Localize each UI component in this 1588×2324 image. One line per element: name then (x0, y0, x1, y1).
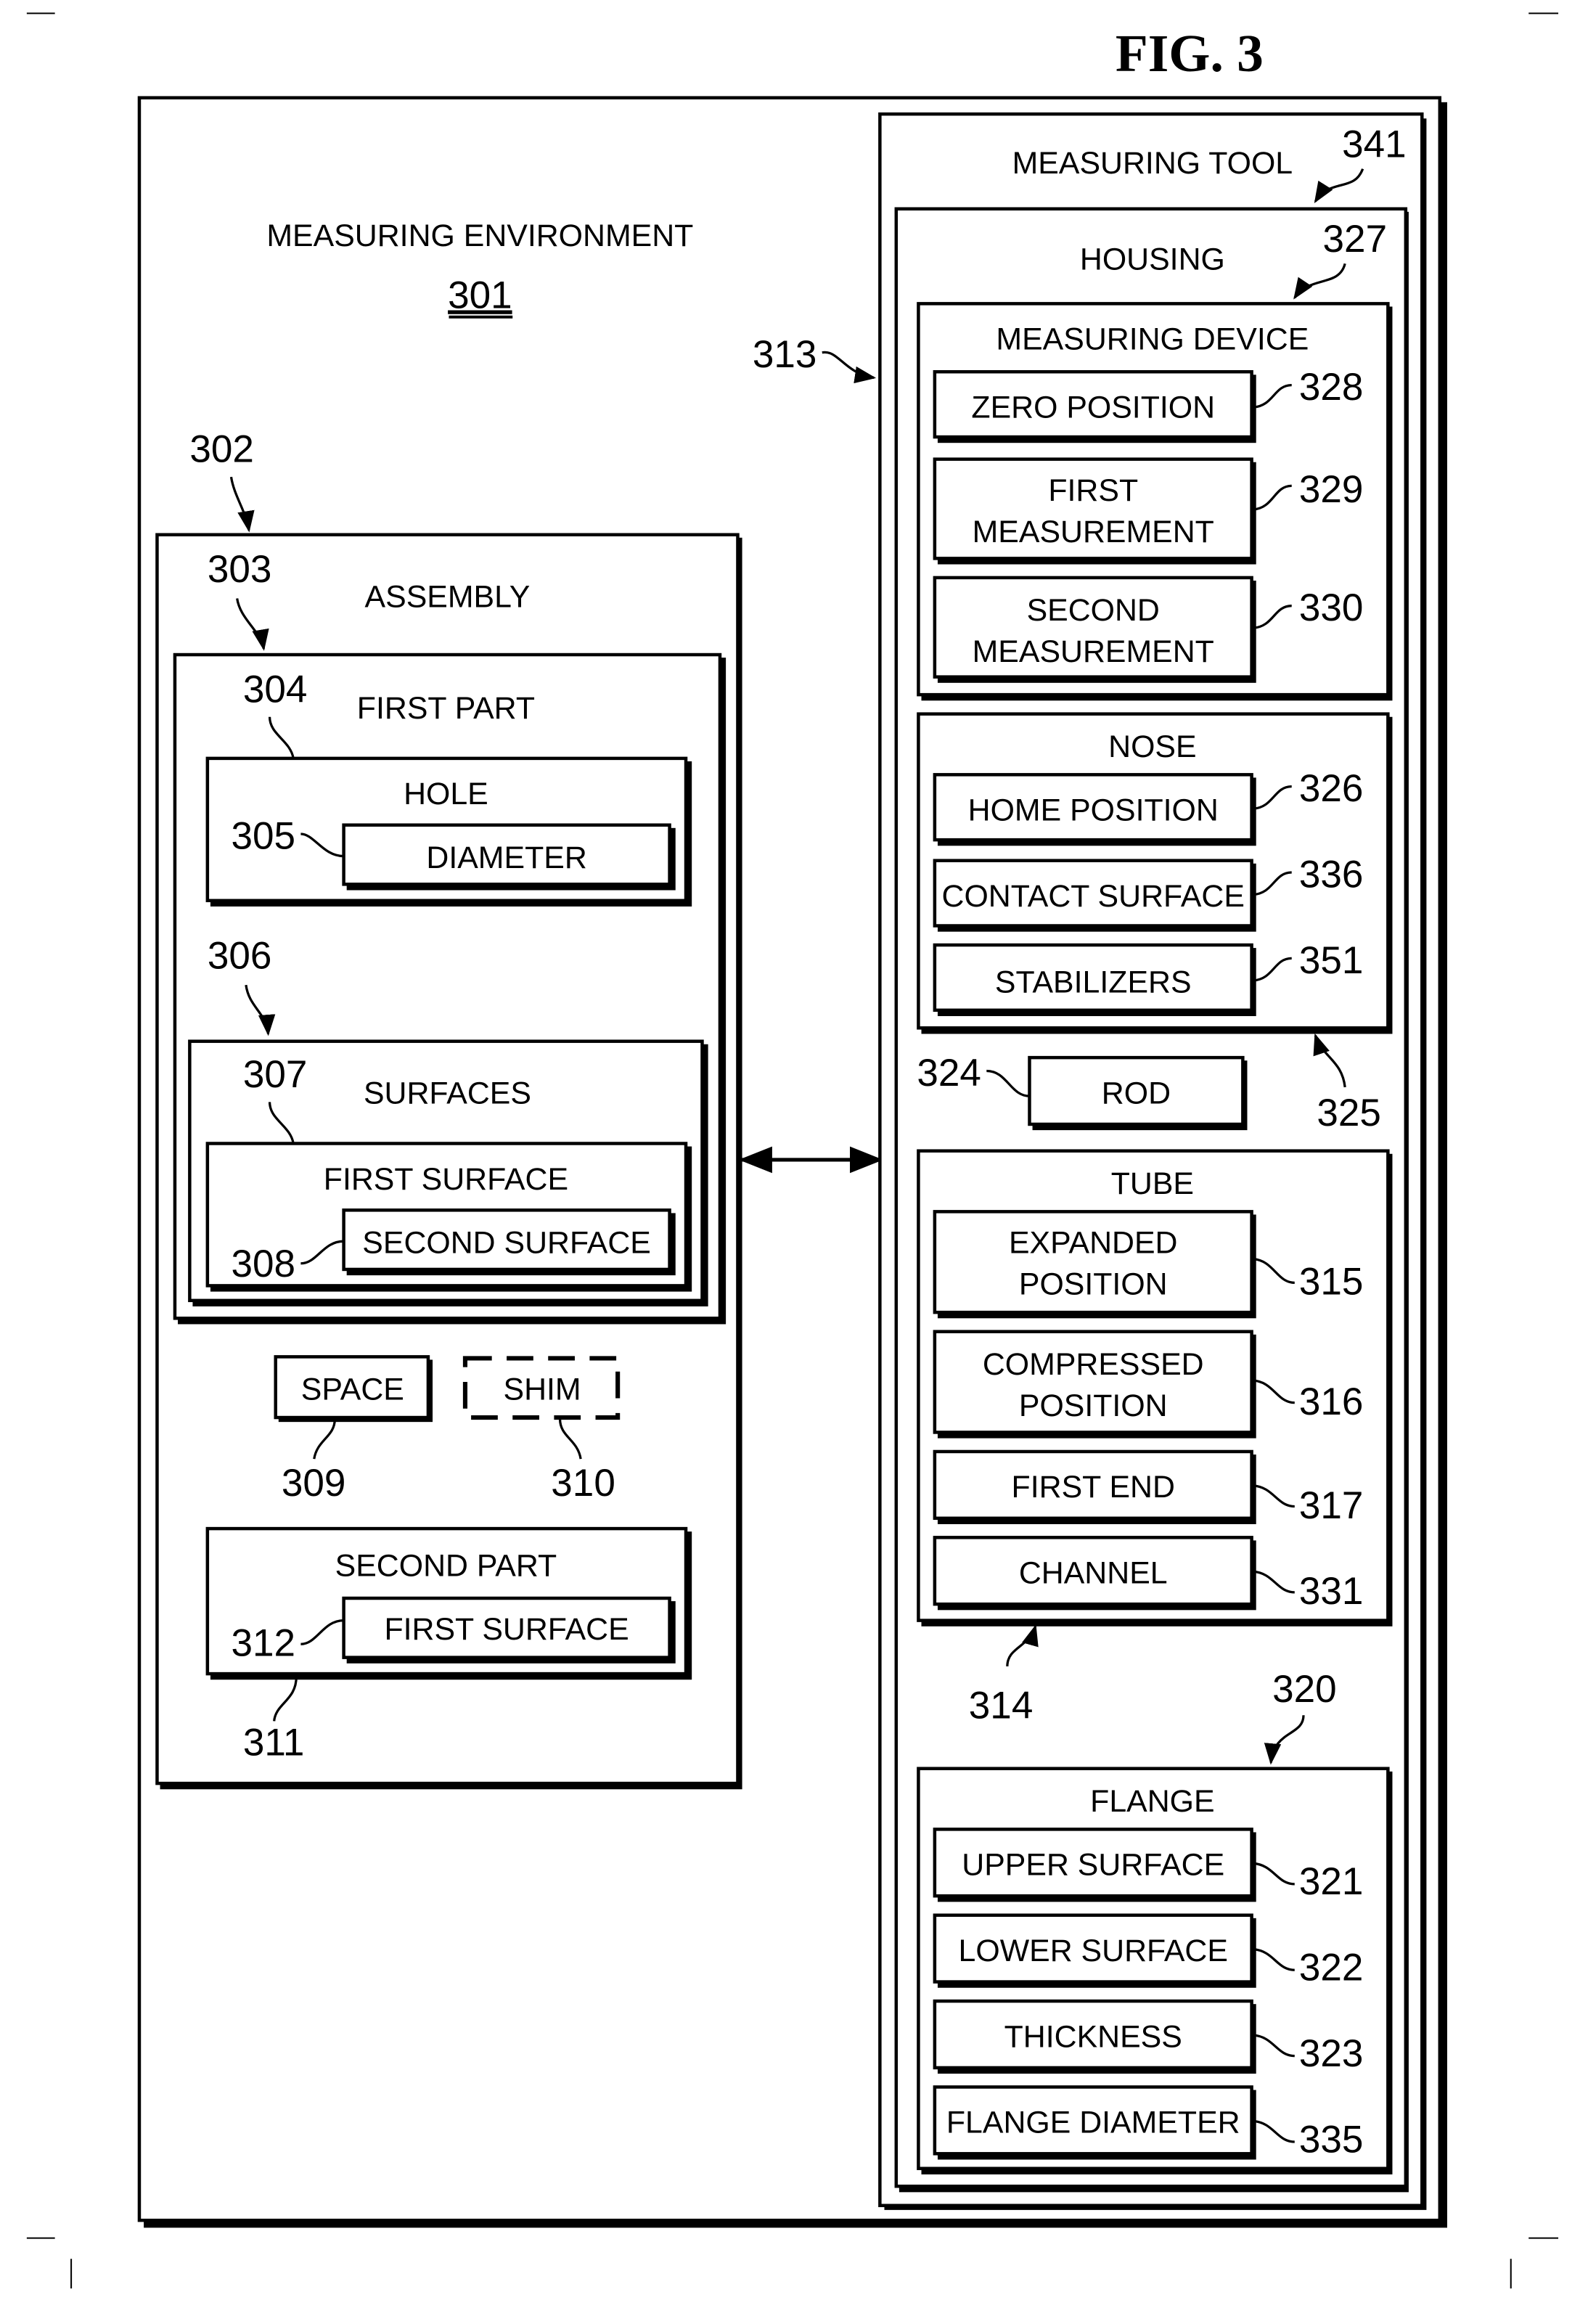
channel-label: CHANNEL (1019, 1556, 1168, 1591)
environment-label: MEASURING ENVIRONMENT (266, 218, 693, 253)
upper-surface-label: UPPER SURFACE (962, 1848, 1224, 1883)
rod-ref: 324 (917, 1052, 981, 1095)
measuring-tool-label: MEASURING TOOL (1012, 146, 1293, 181)
expanded-position-label-line2: POSITION (1019, 1267, 1168, 1302)
tube-label: TUBE (1111, 1166, 1194, 1201)
first-measurement-ref: 329 (1299, 468, 1364, 511)
measuring-device-label: MEASURING DEVICE (996, 322, 1309, 357)
thickness-label: THICKNESS (1004, 2019, 1182, 2054)
second-part-ref: 311 (243, 1721, 305, 1764)
first-surface-label: FIRST SURFACE (324, 1162, 568, 1197)
first-measurement-label-line2: MEASUREMENT (973, 515, 1214, 549)
housing-ref: 327 (1323, 218, 1388, 261)
second-measurement-label-line1: SECOND (1027, 593, 1160, 628)
zero-position-label: ZERO POSITION (971, 390, 1215, 425)
stabilizers-ref: 351 (1299, 939, 1364, 982)
housing-label: HOUSING (1080, 242, 1225, 277)
zero-position-ref: 328 (1299, 366, 1364, 409)
second-part-first-surface-ref: 312 (231, 1622, 295, 1665)
flange-ref: 320 (1272, 1668, 1337, 1711)
second-surface-ref: 308 (231, 1243, 295, 1285)
stabilizers-label: STABILIZERS (995, 965, 1192, 999)
environment-ref: 301 (448, 274, 512, 316)
surfaces-ref-306: 306 (208, 935, 272, 978)
tube-ref: 314 (969, 1684, 1034, 1727)
assembly-label: ASSEMBLY (365, 580, 531, 615)
home-position-ref: 326 (1299, 767, 1364, 810)
flange-label: FLANGE (1090, 1784, 1214, 1819)
first-part-ref: 304 (243, 668, 308, 711)
measuring-tool-ref-313: 313 (753, 333, 817, 376)
second-part-first-surface-label: FIRST SURFACE (384, 1612, 629, 1647)
measuring-tool-ref: 341 (1342, 123, 1407, 165)
first-part-label: FIRST PART (357, 691, 535, 726)
compressed-position-ref: 316 (1299, 1380, 1364, 1423)
second-measurement-ref: 330 (1299, 586, 1364, 629)
first-measurement-label-line1: FIRST (1048, 473, 1138, 508)
channel-ref: 331 (1299, 1570, 1364, 1613)
patent-figure: FIG. 3 MEASURING ENVIRONMENT 301 302 ASS… (26, 12, 1559, 2289)
lower-surface-label: LOWER SURFACE (959, 1934, 1228, 1968)
surfaces-ref-307: 307 (243, 1053, 308, 1096)
flange-diameter-ref: 335 (1299, 2118, 1364, 2161)
space-label: SPACE (301, 1372, 404, 1407)
second-surface-label: SECOND SURFACE (362, 1226, 651, 1261)
compressed-position-label-line2: POSITION (1019, 1388, 1168, 1423)
expanded-position-label-line1: EXPANDED (1009, 1226, 1178, 1261)
nose-label: NOSE (1108, 729, 1196, 764)
home-position-label: HOME POSITION (968, 793, 1219, 828)
shim-ref: 310 (551, 1462, 615, 1505)
rod-label: ROD (1102, 1076, 1171, 1110)
expanded-position-ref: 315 (1299, 1261, 1364, 1304)
upper-surface-ref: 321 (1299, 1860, 1364, 1903)
first-end-label: FIRST END (1012, 1470, 1175, 1505)
figure-title: FIG. 3 (1116, 24, 1264, 83)
surfaces-label: SURFACES (364, 1076, 531, 1110)
assembly-ref-302: 302 (189, 428, 254, 471)
second-measurement-label-line2: MEASUREMENT (973, 634, 1214, 669)
diameter-ref: 305 (231, 814, 295, 857)
space-ref: 309 (282, 1462, 346, 1505)
contact-surface-ref: 336 (1299, 853, 1364, 896)
assembly-ref-303: 303 (208, 548, 272, 591)
thickness-ref: 323 (1299, 2032, 1364, 2075)
compressed-position-label-line1: COMPRESSED (983, 1347, 1204, 1382)
nose-ref: 325 (1317, 1092, 1381, 1134)
lower-surface-ref: 322 (1299, 1947, 1364, 1989)
second-part-label: SECOND PART (335, 1548, 557, 1583)
hole-label: HOLE (404, 777, 488, 811)
shim-label: SHIM (504, 1372, 581, 1407)
contact-surface-label: CONTACT SURFACE (942, 879, 1245, 914)
first-end-ref: 317 (1299, 1484, 1364, 1527)
diameter-label: DIAMETER (426, 840, 586, 875)
flange-diameter-label: FLANGE DIAMETER (946, 2106, 1240, 2140)
